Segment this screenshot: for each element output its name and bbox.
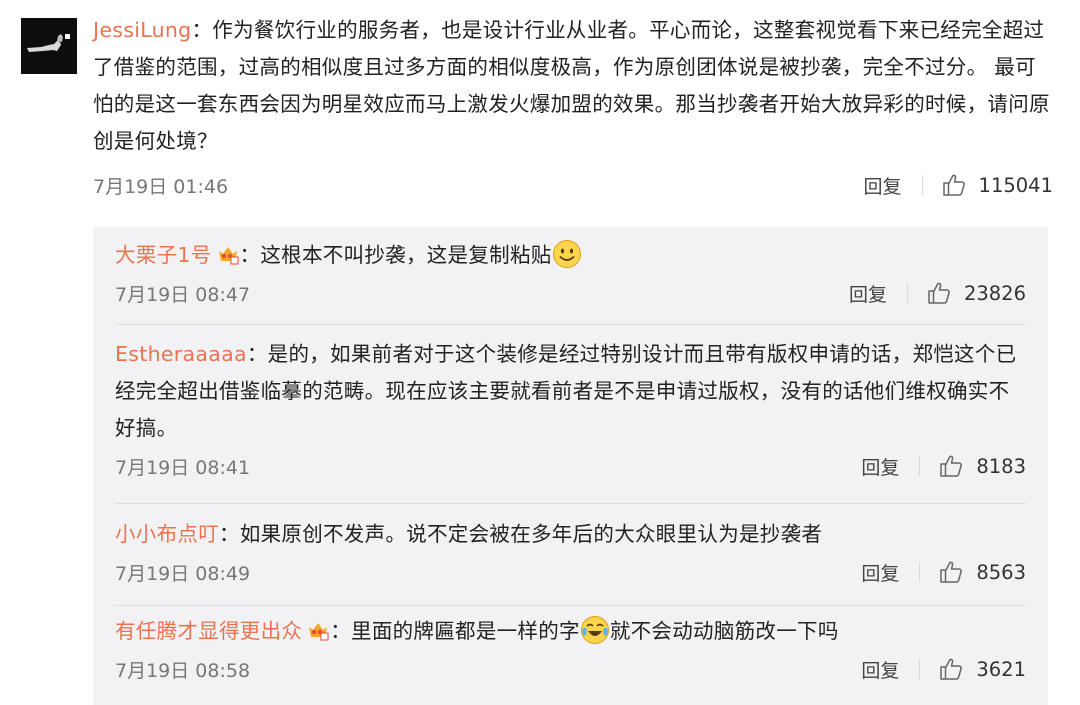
colon: ： bbox=[219, 522, 240, 546]
reply-actions: 回复 8183 bbox=[861, 451, 1026, 481]
reply-button[interactable]: 回复 bbox=[864, 172, 902, 199]
vip-crown-icon bbox=[218, 247, 239, 265]
colon: ： bbox=[191, 18, 213, 42]
comment-actions: 回复 115041 bbox=[864, 170, 1053, 200]
reply-item: 大栗子1号 ：这根本不叫抄袭，这是复制粘贴 7月19日 08:47 回复 2382… bbox=[115, 237, 1026, 310]
divider bbox=[919, 659, 921, 679]
divider bbox=[921, 175, 923, 195]
divider bbox=[919, 456, 921, 476]
like-button[interactable]: 8563 bbox=[938, 559, 1026, 585]
avatar[interactable] bbox=[21, 18, 77, 74]
like-button[interactable]: 23826 bbox=[926, 280, 1026, 306]
like-button[interactable]: 3621 bbox=[938, 656, 1026, 682]
timestamp: 7月19日 08:49 bbox=[115, 563, 251, 585]
thumbs-up-icon bbox=[940, 455, 963, 477]
thumbs-up-icon bbox=[928, 282, 950, 304]
reply-text: 有任腾才显得更出众 ：里面的牌匾都是一样的字 就不会动动脑筋改一下吗 bbox=[115, 613, 1026, 650]
reply-body: 这根本不叫抄袭，这是复制粘贴 bbox=[260, 243, 552, 267]
reply-button[interactable]: 回复 bbox=[861, 559, 899, 586]
like-count: 23826 bbox=[963, 281, 1026, 305]
reply-text: 大栗子1号 ：这根本不叫抄袭，这是复制粘贴 bbox=[115, 237, 1026, 274]
username[interactable]: Estheraaaaa bbox=[115, 342, 247, 366]
username[interactable]: 小小布点叮 bbox=[115, 522, 219, 546]
thumbs-up-icon bbox=[940, 658, 963, 680]
like-count: 3621 bbox=[976, 657, 1026, 681]
timestamp: 7月19日 01:46 bbox=[93, 176, 229, 198]
avatar-image bbox=[21, 18, 77, 74]
username[interactable]: JessiLung bbox=[93, 18, 191, 42]
reply-meta: 7月19日 08:49 回复 8563 bbox=[115, 557, 1026, 589]
thumbs-up-icon bbox=[942, 174, 965, 196]
colon: ： bbox=[239, 243, 261, 267]
smile-emoji bbox=[552, 240, 581, 268]
reply-button[interactable]: 回复 bbox=[849, 280, 887, 307]
like-button[interactable]: 115041 bbox=[941, 172, 1053, 198]
reply-text: Estheraaaaa：是的，如果前者对于这个装修是经过特别设计而且带有版权申请… bbox=[115, 336, 1026, 447]
timestamp: 7月19日 08:47 bbox=[115, 284, 251, 306]
thumbs-up-icon bbox=[940, 561, 963, 583]
like-count: 8563 bbox=[976, 560, 1026, 584]
main-comment-text: JessiLung：作为餐饮行业的服务者，也是设计行业从业者。平心而论，这整套视… bbox=[93, 12, 1053, 160]
main-comment: JessiLung：作为餐饮行业的服务者，也是设计行业从业者。平心而论，这整套视… bbox=[93, 12, 1053, 202]
comment-body: 作为餐饮行业的服务者，也是设计行业从业者。平心而论，这整套视觉看下来已经完全超过… bbox=[93, 18, 1050, 153]
like-count: 8183 bbox=[976, 454, 1026, 478]
timestamp: 7月19日 08:41 bbox=[115, 457, 251, 479]
reply-item: 有任腾才显得更出众 ：里面的牌匾都是一样的字 就不会动动脑筋改一下吗 7月19日 0… bbox=[115, 613, 1026, 686]
reply-actions: 回复 8563 bbox=[861, 557, 1026, 587]
username[interactable]: 有任腾才显得更出众 bbox=[115, 619, 302, 643]
vip-crown-icon bbox=[309, 623, 329, 641]
username[interactable]: 大栗子1号 bbox=[115, 243, 212, 267]
like-button[interactable]: 8183 bbox=[938, 453, 1026, 479]
reply-meta: 7月19日 08:47 回复 23826 bbox=[115, 278, 1026, 310]
reply-actions: 回复 23826 bbox=[849, 278, 1026, 308]
reply-meta: 7月19日 08:58 回复 3621 bbox=[115, 654, 1026, 686]
comment-meta: 7月19日 01:46 回复 115041 bbox=[93, 170, 1053, 202]
reply-divider bbox=[115, 324, 1026, 325]
colon: ： bbox=[246, 342, 268, 366]
reply-actions: 回复 3621 bbox=[861, 654, 1026, 684]
reply-divider bbox=[115, 605, 1026, 606]
timestamp: 7月19日 08:58 bbox=[115, 660, 251, 682]
divider bbox=[919, 562, 921, 582]
replies-panel: 大栗子1号 ：这根本不叫抄袭，这是复制粘贴 7月19日 08:47 回复 2382… bbox=[93, 227, 1048, 705]
reply-body: 里面的牌匾都是一样的字 bbox=[351, 619, 580, 643]
reply-meta: 7月19日 08:41 回复 8183 bbox=[115, 451, 1026, 483]
reply-item: 小小布点叮：如果原创不发声。说不定会被在多年后的大众眼里认为是抄袭者 7月19日… bbox=[115, 516, 1026, 589]
reply-item: Estheraaaaa：是的，如果前者对于这个装修是经过特别设计而且带有版权申请… bbox=[115, 336, 1026, 483]
colon: ： bbox=[330, 619, 352, 643]
divider bbox=[906, 283, 908, 303]
reply-divider bbox=[115, 503, 1026, 504]
laugh-cry-emoji bbox=[580, 616, 609, 644]
like-count: 115041 bbox=[978, 173, 1053, 197]
reply-body: 如果原创不发声。说不定会被在多年后的大众眼里认为是抄袭者 bbox=[239, 522, 823, 546]
reply-button[interactable]: 回复 bbox=[861, 453, 899, 480]
reply-body-continued: 就不会动动脑筋改一下吗 bbox=[609, 619, 839, 643]
reply-text: 小小布点叮：如果原创不发声。说不定会被在多年后的大众眼里认为是抄袭者 bbox=[115, 516, 1026, 553]
reply-button[interactable]: 回复 bbox=[861, 656, 899, 683]
